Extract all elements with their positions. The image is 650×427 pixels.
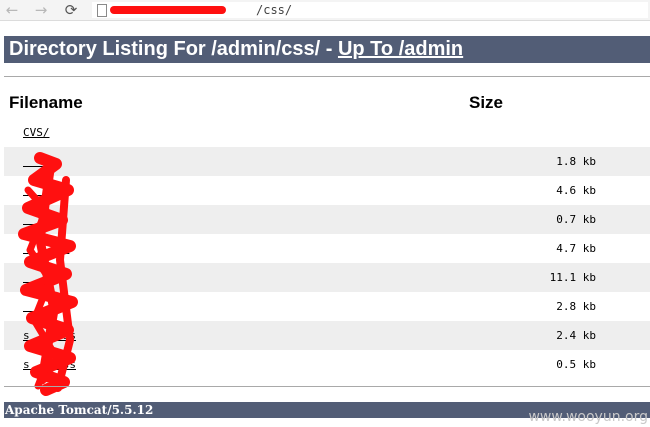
file-size: 11.1 kb — [549, 271, 596, 284]
file-size: 2.8 kb — [556, 300, 596, 313]
file-link[interactable]: ss — [23, 300, 69, 313]
table-row: s ss 2.4 kb — [4, 321, 650, 350]
page-icon — [97, 4, 107, 17]
watermark: www.wooyun.org — [528, 409, 648, 425]
divider-top — [4, 76, 650, 77]
table-row: s 11.1 kb — [4, 263, 650, 292]
column-header-size: Size — [469, 93, 504, 112]
table-row: s 4.6 kb — [4, 176, 650, 205]
file-link[interactable]: s — [23, 213, 63, 226]
file-size: 1.8 kb — [556, 155, 596, 168]
table-row: s 0.7 kb — [4, 205, 650, 234]
server-signature: Apache Tomcat/5.5.12 — [5, 403, 154, 417]
table-row: s 1.8 kb — [4, 147, 650, 176]
back-arrow-icon[interactable]: ← — [3, 1, 21, 19]
file-link[interactable]: s — [23, 184, 56, 197]
table-row: CVS/ — [4, 118, 650, 147]
file-link[interactable]: s ss — [23, 329, 76, 342]
file-link[interactable]: s ss — [23, 358, 76, 371]
table-row: ss 4.7 kb — [4, 234, 650, 263]
page-title: Directory Listing For /admin/css/ - Up T… — [9, 38, 463, 61]
reload-icon[interactable]: ⟳ — [62, 1, 80, 19]
browser-toolbar: ← → ⟳ /css/ — [0, 0, 650, 21]
column-header-filename: Filename — [9, 93, 83, 112]
address-bar[interactable]: /css/ — [92, 2, 648, 18]
url-redaction — [110, 6, 226, 14]
page-header: Directory Listing For /admin/css/ - Up T… — [4, 36, 650, 63]
file-size: 0.7 kb — [556, 213, 596, 226]
file-link[interactable]: s — [23, 155, 56, 168]
table-row: ss 2.8 kb — [4, 292, 650, 321]
file-link[interactable]: ss — [23, 242, 69, 255]
file-link[interactable]: CVS/ — [23, 126, 50, 139]
file-size: 2.4 kb — [556, 329, 596, 342]
up-to-parent-link[interactable]: Up To /admin — [338, 38, 463, 60]
file-link[interactable]: s — [23, 271, 63, 284]
file-size: 0.5 kb — [556, 358, 596, 371]
file-size: 4.6 kb — [556, 184, 596, 197]
table-row: s ss 0.5 kb — [4, 350, 650, 379]
divider-bottom — [4, 386, 650, 387]
file-size: 4.7 kb — [556, 242, 596, 255]
forward-arrow-icon[interactable]: → — [32, 1, 50, 19]
page-title-text: Directory Listing For /admin/css/ - — [9, 38, 338, 60]
